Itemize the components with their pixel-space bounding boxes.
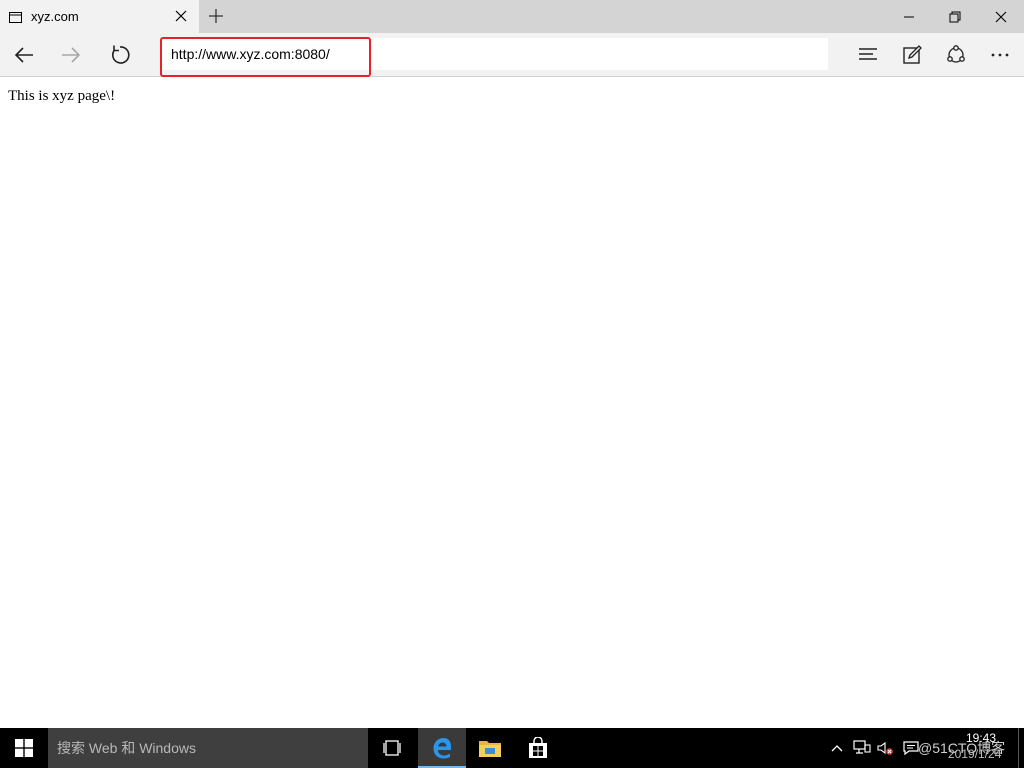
edge-icon bbox=[433, 738, 451, 759]
taskbar: 搜索 Web 和 Windows @51CTO博客 19:43 2019/1/2… bbox=[0, 728, 1024, 768]
arrow-right-icon bbox=[62, 47, 81, 63]
more-icon bbox=[991, 53, 1009, 57]
browser-toolbar bbox=[0, 33, 1024, 77]
note-icon bbox=[903, 45, 922, 64]
taskbar-file-explorer[interactable] bbox=[466, 728, 514, 768]
clock-date[interactable]: 2019/1/24 bbox=[948, 747, 1001, 761]
taskbar-edge[interactable] bbox=[418, 728, 466, 768]
refresh-icon bbox=[112, 45, 130, 64]
page-icon bbox=[9, 10, 22, 23]
windows-logo-icon bbox=[15, 739, 33, 757]
close-window-button[interactable] bbox=[978, 0, 1024, 33]
share-button[interactable] bbox=[940, 39, 972, 71]
clock-time[interactable]: 19:43 bbox=[966, 731, 996, 745]
address-highlight-box bbox=[160, 37, 371, 77]
folder-icon bbox=[479, 741, 501, 757]
web-note-button[interactable] bbox=[896, 39, 928, 71]
browser-tab[interactable]: xyz.com bbox=[0, 0, 199, 33]
back-button[interactable] bbox=[8, 39, 40, 71]
plus-icon[interactable] bbox=[207, 7, 225, 25]
hub-icon bbox=[859, 48, 877, 60]
share-icon bbox=[947, 45, 965, 63]
task-view-button[interactable] bbox=[368, 728, 416, 768]
show-desktop-button[interactable] bbox=[1018, 728, 1024, 768]
network-icon[interactable] bbox=[853, 740, 871, 756]
minimize-button[interactable] bbox=[886, 0, 932, 33]
title-bar: xyz.com bbox=[0, 0, 1024, 33]
store-icon bbox=[529, 737, 547, 758]
volume-icon[interactable] bbox=[876, 740, 894, 756]
web-page: This is xyz page\! bbox=[0, 78, 1024, 728]
taskbar-search[interactable]: 搜索 Web 和 Windows bbox=[48, 728, 368, 768]
forward-button[interactable] bbox=[55, 39, 87, 71]
search-placeholder: 搜索 Web 和 Windows bbox=[57, 740, 196, 756]
more-button[interactable] bbox=[984, 39, 1016, 71]
tab-title: xyz.com bbox=[31, 9, 79, 24]
start-button[interactable] bbox=[0, 728, 48, 768]
restore-button[interactable] bbox=[932, 0, 978, 33]
page-body-text: This is xyz page\! bbox=[8, 88, 116, 104]
chevron-up-icon[interactable] bbox=[830, 741, 844, 755]
refresh-button[interactable] bbox=[104, 39, 136, 71]
task-view-icon bbox=[383, 740, 401, 756]
arrow-left-icon bbox=[14, 47, 33, 63]
close-icon[interactable] bbox=[174, 9, 188, 23]
taskbar-store[interactable] bbox=[514, 728, 562, 768]
hub-button[interactable] bbox=[852, 39, 884, 71]
